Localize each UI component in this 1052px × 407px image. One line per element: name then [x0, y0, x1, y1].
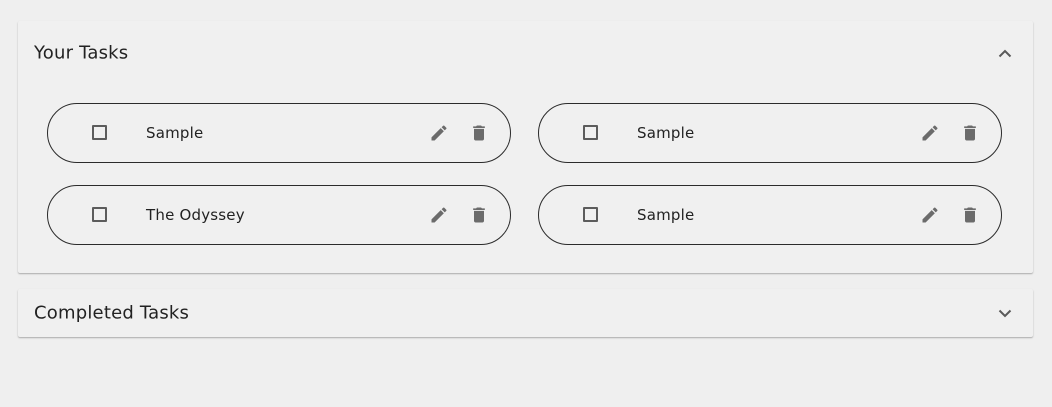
task-item: Sample	[47, 103, 511, 163]
edit-icon[interactable]	[427, 203, 451, 227]
edit-icon[interactable]	[427, 121, 451, 145]
edit-icon[interactable]	[918, 121, 942, 145]
delete-icon[interactable]	[467, 203, 491, 227]
task-label: Sample	[637, 206, 695, 224]
chevron-down-icon[interactable]	[993, 301, 1017, 325]
edit-icon[interactable]	[918, 203, 942, 227]
delete-icon[interactable]	[467, 121, 491, 145]
task-checkbox[interactable]	[92, 207, 107, 222]
task-checkbox[interactable]	[583, 125, 598, 140]
your-tasks-header[interactable]: Your Tasks	[18, 21, 1033, 85]
completed-tasks-title: Completed Tasks	[34, 302, 190, 324]
task-item: Sample	[538, 185, 1002, 245]
task-label: The Odyssey	[146, 206, 245, 224]
task-checkbox[interactable]	[583, 207, 598, 222]
completed-tasks-panel: Completed Tasks	[18, 289, 1033, 337]
task-label: Sample	[146, 124, 204, 142]
your-tasks-title: Your Tasks	[34, 42, 129, 64]
task-label: Sample	[637, 124, 695, 142]
chevron-up-icon[interactable]	[993, 41, 1017, 65]
completed-tasks-header[interactable]: Completed Tasks	[18, 289, 1033, 337]
task-checkbox[interactable]	[92, 125, 107, 140]
task-item: Sample	[538, 103, 1002, 163]
delete-icon[interactable]	[958, 121, 982, 145]
task-item: The Odyssey	[47, 185, 511, 245]
your-tasks-panel: Your Tasks Sample Sample The Odyssey Sam…	[18, 21, 1033, 273]
delete-icon[interactable]	[958, 203, 982, 227]
